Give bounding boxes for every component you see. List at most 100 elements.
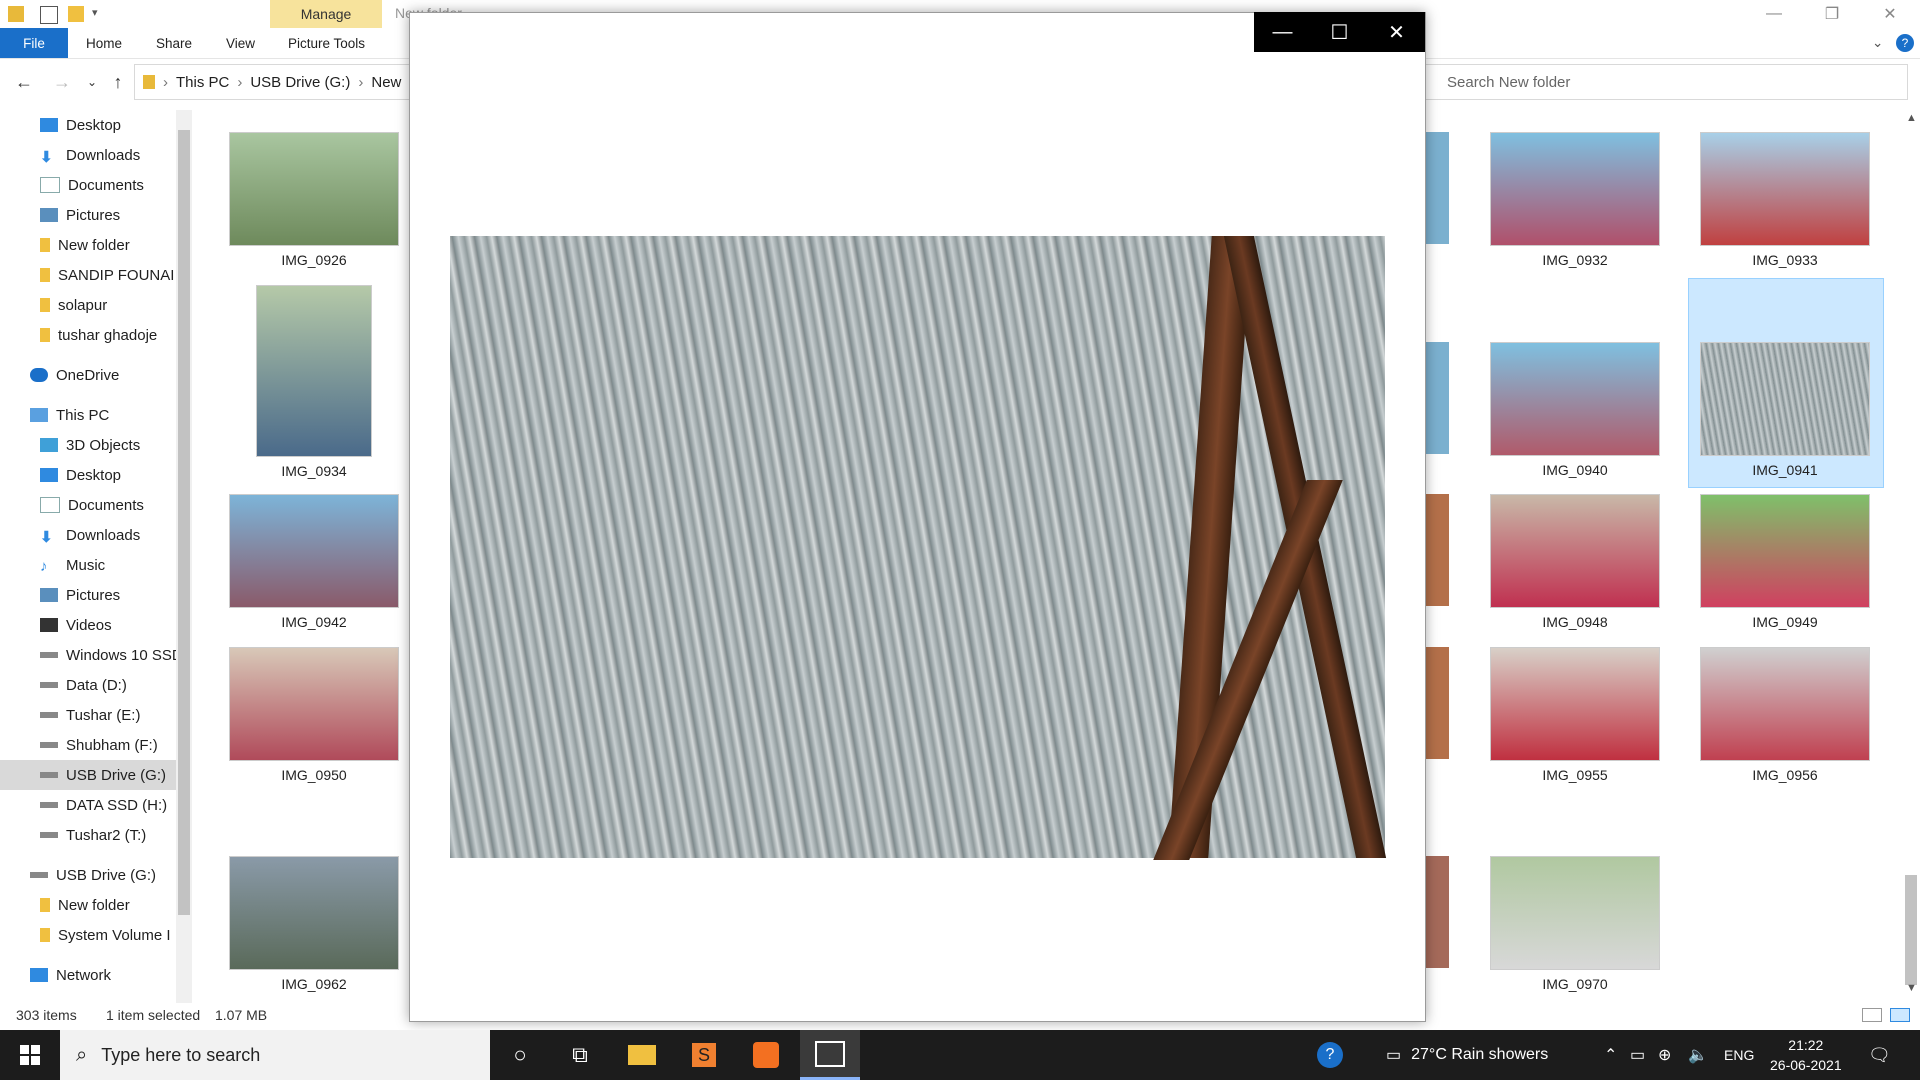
sidebar-scroll-thumb[interactable] <box>178 130 190 915</box>
weather-widget[interactable]: ▭ 27°C Rain showers <box>1386 1030 1548 1080</box>
clock[interactable]: 21:22 26-06-2021 <box>1770 1030 1842 1080</box>
notifications-icon[interactable]: 🗨 <box>1868 1030 1891 1080</box>
sidebar-item-system-volume[interactable]: System Volume I <box>0 920 176 950</box>
xampp-icon[interactable] <box>736 1030 796 1080</box>
thumbnail-item[interactable]: IMG_0949 <box>1700 494 1870 630</box>
breadcrumb-new-folder[interactable]: New <box>371 74 401 91</box>
explorer-restore-button[interactable]: ❐ <box>1803 0 1861 28</box>
sidebar-item-desktop[interactable]: Desktop📌 <box>0 110 176 140</box>
thumbnail-item[interactable]: IMG_0926 <box>229 132 399 268</box>
thumbnail-item[interactable]: IMG_0970 <box>1490 856 1660 992</box>
thumbnail-item[interactable]: IMG_0956 <box>1700 647 1870 783</box>
sidebar-item-onedrive[interactable]: OneDrive <box>0 360 176 390</box>
tab-home[interactable]: Home <box>86 28 122 58</box>
properties-icon[interactable] <box>40 6 58 24</box>
viewer-close-button[interactable]: ✕ <box>1368 12 1425 52</box>
sidebar-item-tushar2-t[interactable]: Tushar2 (T:) <box>0 820 176 850</box>
scroll-up-icon[interactable]: ▲ <box>1906 112 1917 124</box>
sidebar-item-solapur[interactable]: solapur <box>0 290 176 320</box>
cortana-icon[interactable]: ○ <box>490 1030 550 1080</box>
content-scroll-thumb[interactable] <box>1905 875 1917 985</box>
start-button[interactable] <box>0 1030 60 1080</box>
usb-drive-icon <box>30 872 48 878</box>
viewer-minimize-button[interactable]: — <box>1254 12 1311 52</box>
battery-icon[interactable]: ▭ <box>1630 1030 1645 1080</box>
clock-date: 26-06-2021 <box>1770 1057 1842 1073</box>
tab-share[interactable]: Share <box>156 28 192 58</box>
recent-locations-icon[interactable]: ⌄ <box>80 70 104 94</box>
photos-taskbar-icon[interactable] <box>800 1030 860 1080</box>
address-bar[interactable]: › This PC › USB Drive (G:) › New <box>134 64 416 100</box>
help-icon[interactable]: ? <box>1896 28 1914 58</box>
viewer-maximize-button[interactable]: ☐ <box>1311 12 1368 52</box>
content-scrollbar[interactable] <box>1902 110 1920 1003</box>
details-view-icon[interactable] <box>1862 1008 1882 1022</box>
sidebar-item-usb-drive-root[interactable]: USB Drive (G:) <box>0 860 176 890</box>
breadcrumb-usb-drive[interactable]: USB Drive (G:) <box>250 74 350 91</box>
tab-picture-tools[interactable]: Picture Tools <box>288 28 365 58</box>
customize-quick-access-icon[interactable]: ▾ <box>92 6 108 22</box>
thumbnail-item[interactable]: IMG_0942 <box>229 494 399 630</box>
forward-button[interactable]: → <box>50 70 74 94</box>
sidebar-item-new-folder-usb[interactable]: New folder <box>0 890 176 920</box>
pictures-icon <box>40 588 58 602</box>
drive-icon <box>40 712 58 718</box>
show-hidden-icons[interactable]: ⌃ <box>1604 1030 1617 1080</box>
thumbnail-item[interactable]: IMG_0955 <box>1490 647 1660 783</box>
sidebar-item-windows-ssd[interactable]: Windows 10 SSD <box>0 640 176 670</box>
help-assistant-icon[interactable]: ? <box>1300 1030 1360 1080</box>
thumbnail-item[interactable]: IMG_0933 <box>1700 132 1870 268</box>
file-explorer-taskbar-icon[interactable] <box>612 1030 672 1080</box>
new-folder-icon[interactable] <box>68 6 84 22</box>
thumbnail-item[interactable]: IMG_0948 <box>1490 494 1660 630</box>
up-button[interactable]: ↑ <box>106 70 130 94</box>
photo-thumbnail <box>1490 856 1660 970</box>
sidebar-item-music[interactable]: ♪ Music <box>0 550 176 580</box>
sidebar-item-new-folder[interactable]: New folder <box>0 230 176 260</box>
thumbnail-item[interactable]: IMG_0932 <box>1490 132 1660 268</box>
sidebar-item-documents[interactable]: Documents📌 <box>0 170 176 200</box>
sidebar-item-downloads-pc[interactable]: ⬇ Downloads <box>0 520 176 550</box>
sidebar-item-sandip[interactable]: SANDIP FOUNAI <box>0 260 176 290</box>
language-indicator[interactable]: ENG <box>1724 1030 1754 1080</box>
explorer-minimize-button[interactable]: — <box>1745 0 1803 28</box>
breadcrumb-this-pc[interactable]: This PC <box>176 74 229 91</box>
sidebar-item-videos[interactable]: Videos <box>0 610 176 640</box>
task-view-icon[interactable]: ⧉ <box>550 1030 610 1080</box>
sidebar-item-desktop-pc[interactable]: Desktop <box>0 460 176 490</box>
taskbar-search-input[interactable]: ⌕ Type here to search <box>60 1030 490 1080</box>
sidebar-item-tushar-e[interactable]: Tushar (E:) <box>0 700 176 730</box>
thumbnail-item[interactable]: IMG_0950 <box>229 647 399 783</box>
sidebar-item-downloads[interactable]: ⬇Downloads📌 <box>0 140 176 170</box>
manage-tab[interactable]: Manage <box>270 0 382 28</box>
scroll-down-icon[interactable]: ▼ <box>1906 982 1917 994</box>
thumbnail-item-selected[interactable]: IMG_0941 <box>1700 342 1870 478</box>
photo-thumbnail <box>256 285 372 457</box>
sidebar-item-data-ssd-h[interactable]: DATA SSD (H:) <box>0 790 176 820</box>
thumbnail-item[interactable]: IMG_0934 <box>229 285 399 479</box>
sidebar-item-usb-drive-g[interactable]: USB Drive (G:) <box>0 760 176 790</box>
sidebar-item-network[interactable]: Network <box>0 960 176 990</box>
search-input[interactable]: Search New folder <box>1420 64 1908 100</box>
sidebar-item-data-d[interactable]: Data (D:) <box>0 670 176 700</box>
explorer-close-button[interactable]: ✕ <box>1861 0 1919 28</box>
expand-ribbon-icon[interactable]: ⌄ <box>1872 28 1883 58</box>
back-button[interactable]: ← <box>12 70 36 94</box>
sidebar-item-pictures-pc[interactable]: Pictures <box>0 580 176 610</box>
large-icons-view-icon[interactable] <box>1890 1008 1910 1022</box>
sublime-text-icon[interactable]: S <box>674 1030 734 1080</box>
sidebar-item-tushar-ghadoje[interactable]: tushar ghadoje <box>0 320 176 350</box>
thumbnail-item[interactable]: IMG_0940 <box>1490 342 1660 478</box>
photo-thumbnail <box>1425 647 1449 759</box>
thumbnail-item[interactable]: IMG_0962 <box>229 856 399 992</box>
network-tray-icon[interactable]: ⊕ <box>1658 1030 1671 1080</box>
sidebar-item-shubham-f[interactable]: Shubham (F:) <box>0 730 176 760</box>
sidebar-item-documents-pc[interactable]: Documents <box>0 490 176 520</box>
tab-view[interactable]: View <box>226 28 255 58</box>
sidebar-item-3d-objects[interactable]: 3D Objects <box>0 430 176 460</box>
drive-icon <box>40 832 58 838</box>
tab-file[interactable]: File <box>0 28 68 58</box>
sidebar-item-pictures[interactable]: Pictures📌 <box>0 200 176 230</box>
volume-icon[interactable]: 🔈 <box>1688 1030 1708 1080</box>
sidebar-item-this-pc[interactable]: This PC <box>0 400 176 430</box>
